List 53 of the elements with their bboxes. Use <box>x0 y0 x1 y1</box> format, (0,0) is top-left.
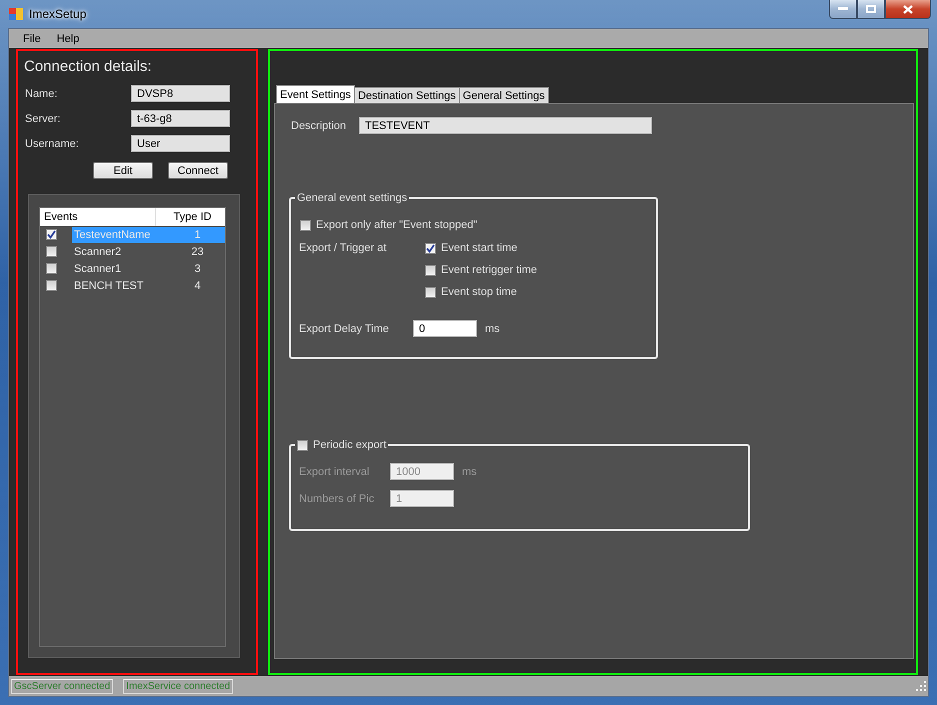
field-label: Export interval <box>299 466 370 478</box>
checkbox[interactable] <box>425 242 436 254</box>
unit-label: ms <box>462 466 477 478</box>
checkbox[interactable] <box>425 286 436 298</box>
group-title: General event settings <box>297 192 408 204</box>
field-label: Export Delay Time <box>299 322 390 334</box>
action-button[interactable]: Connect <box>168 162 228 179</box>
checkbox[interactable] <box>46 229 57 240</box>
field-label: Numbers of Pic <box>299 492 376 504</box>
close-icon <box>903 4 913 14</box>
minimize-button[interactable] <box>829 0 857 19</box>
list-row[interactable]: Scanner2 23 <box>72 244 225 260</box>
input-field[interactable]: t-63-g8 <box>131 110 230 127</box>
checkbox[interactable] <box>46 280 57 291</box>
resize-grip-icon <box>916 681 926 691</box>
tab[interactable]: General Settings <box>458 87 549 103</box>
checkbox-label: Event stop time <box>441 286 517 298</box>
checkbox-label: Event retrigger time <box>441 264 537 276</box>
menu-item[interactable]: Help <box>48 32 88 44</box>
tab[interactable]: Destination Settings <box>354 87 460 103</box>
menu-item[interactable]: File <box>15 32 49 44</box>
unit-label: ms <box>485 322 500 334</box>
maximize-button[interactable] <box>857 0 885 19</box>
maximize-icon <box>866 5 876 13</box>
field-label: Username: <box>25 138 80 150</box>
checkbox[interactable] <box>46 263 57 274</box>
checkbox[interactable] <box>46 246 57 257</box>
field-label: Export / Trigger at <box>299 242 388 256</box>
column-header[interactable]: Type ID <box>156 208 225 226</box>
input-field[interactable]: User <box>131 135 230 152</box>
input-field[interactable]: DVSP8 <box>131 85 230 102</box>
field-label: Description <box>291 120 348 132</box>
status-label: ImexService connected <box>123 678 234 694</box>
minimize-icon <box>838 7 848 11</box>
field-label: Server: <box>25 112 62 124</box>
action-button[interactable]: Edit <box>93 162 153 179</box>
tab[interactable]: Event Settings <box>276 85 355 103</box>
checkbox-label: Export only after "Event stopped" <box>316 219 478 231</box>
close-button[interactable] <box>885 0 931 19</box>
status-label: GscServer connected <box>11 678 114 694</box>
app-icon <box>9 7 23 21</box>
field-label: Name: <box>25 88 58 100</box>
input-field[interactable]: 0 <box>413 320 477 337</box>
checkbox[interactable] <box>300 220 311 230</box>
group-title: Periodic export <box>313 439 386 451</box>
list-row[interactable]: BENCH TEST 4 <box>72 278 225 294</box>
section-heading: Connection details: <box>23 58 153 75</box>
list-row[interactable]: Scanner1 3 <box>72 260 225 276</box>
window-title: ImexSetup <box>29 7 86 21</box>
checkbox-label: Event start time <box>441 242 518 254</box>
checkbox[interactable] <box>425 264 436 276</box>
column-header[interactable]: Events <box>40 208 156 226</box>
input-field[interactable]: TESTEVENT <box>359 117 652 134</box>
